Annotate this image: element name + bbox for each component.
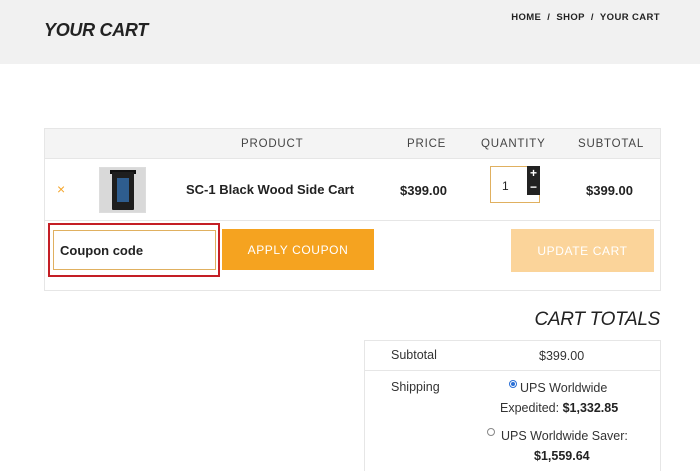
column-header-price: PRICE [407, 138, 447, 150]
quantity-value[interactable]: 1 [502, 179, 509, 193]
shipping-option-radio-saver[interactable] [487, 428, 495, 436]
shipping-option-price: $1,332.85 [562, 401, 619, 415]
product-price: $399.00 [400, 183, 447, 198]
quantity-increment-button[interactable]: + [527, 166, 540, 181]
remove-item-icon[interactable]: × [57, 181, 65, 197]
page-header: YOUR CART HOME / SHOP / YOUR CART [0, 0, 700, 64]
breadcrumb-separator: / [547, 12, 551, 23]
product-thumbnail[interactable] [99, 167, 146, 213]
page-title: YOUR CART [44, 20, 148, 40]
breadcrumb-shop[interactable]: SHOP [556, 12, 585, 23]
column-header-quantity: QUANTITY [481, 138, 546, 150]
column-header-subtotal: SUBTOTAL [578, 138, 645, 150]
quantity-decrement-button[interactable]: − [527, 181, 540, 195]
cart-totals-title: CART TOTALS [534, 309, 660, 330]
shipping-option-price-line[interactable]: $1,559.64 [534, 449, 590, 463]
totals-subtotal-value: $399.00 [539, 349, 585, 363]
breadcrumb-current: YOUR CART [599, 12, 660, 23]
cart-item-row: × SC-1 Black Wood Side Cart $399.00 1 + … [45, 159, 660, 221]
breadcrumb-separator: / [590, 12, 594, 23]
totals-shipping-label: Shipping [391, 380, 440, 394]
shipping-option-price: $1,559.64 [534, 449, 590, 463]
cart-table-header: PRODUCT PRICE QUANTITY SUBTOTAL [45, 129, 660, 159]
breadcrumb: HOME / SHOP / YOUR CART [511, 12, 660, 23]
shipping-option-name[interactable]: UPS Worldwide Saver: [501, 429, 628, 443]
totals-subtotal-row: Subtotal $399.00 [365, 341, 660, 371]
product-subtotal: $399.00 [586, 183, 633, 198]
shipping-option-name[interactable]: UPS Worldwide [520, 381, 607, 395]
column-header-product: PRODUCT [241, 138, 304, 150]
update-cart-button[interactable]: UPDATE CART [511, 229, 654, 272]
cart-table: PRODUCT PRICE QUANTITY SUBTOTAL × SC-1 B… [44, 128, 661, 291]
product-name-link[interactable]: SC-1 Black Wood Side Cart [186, 182, 354, 197]
cart-totals-table: Subtotal $399.00 Shipping UPS Worldwide … [364, 340, 661, 471]
coupon-code-input[interactable] [53, 230, 216, 270]
totals-subtotal-label: Subtotal [391, 348, 437, 362]
shipping-option-radio-expedited[interactable] [509, 380, 517, 388]
apply-coupon-button[interactable]: APPLY COUPON [222, 229, 374, 270]
quantity-stepper[interactable]: 1 + − [490, 166, 540, 203]
breadcrumb-home[interactable]: HOME [511, 12, 541, 23]
shipping-option-price-line[interactable]: Expedited: $1,332.85 [500, 401, 618, 415]
